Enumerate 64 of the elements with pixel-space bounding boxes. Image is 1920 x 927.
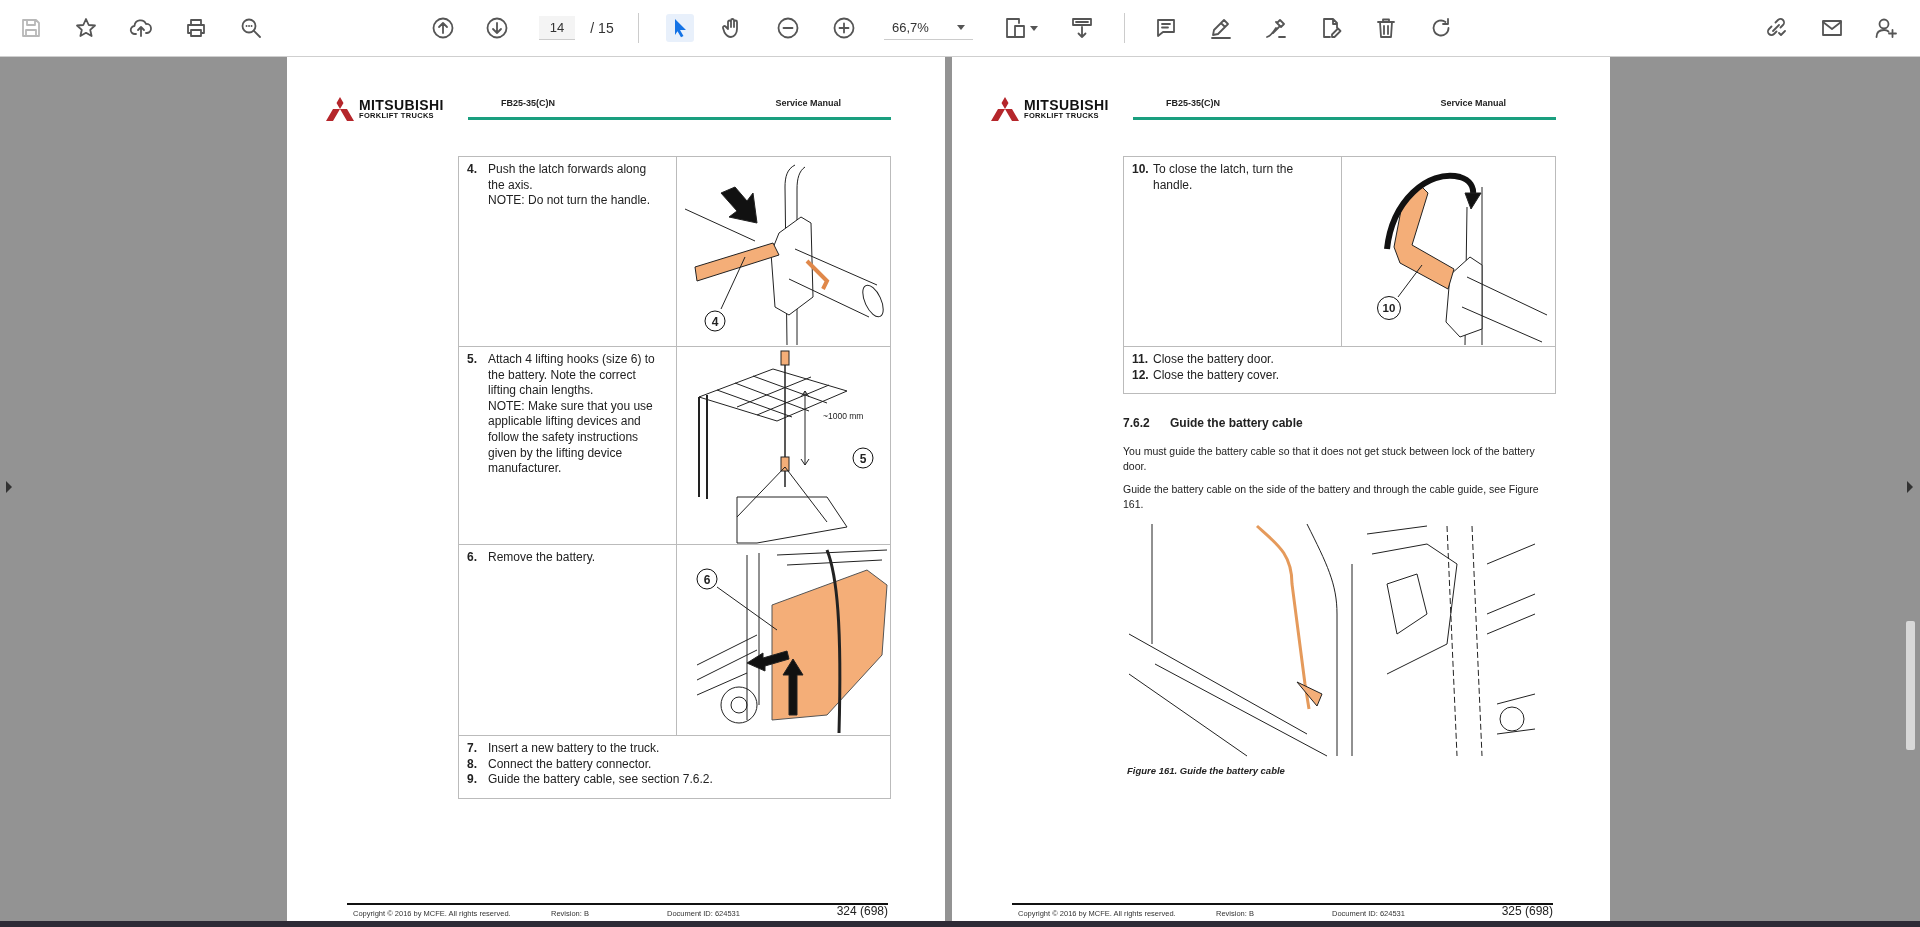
step-text: Connect the battery connector.: [488, 756, 652, 773]
section-number: 7.6.2: [1123, 416, 1151, 431]
step-text: Guide the battery cable, see section 7.6.2.: [488, 772, 713, 788]
callout-number: 5: [852, 447, 874, 469]
logo-brand-text: MITSUBISHI: [359, 98, 444, 112]
zoom-dropdown[interactable]: 66,7%: [884, 16, 973, 40]
select-tool-button[interactable]: [666, 14, 694, 42]
document-title: Service Manual: [1440, 98, 1506, 108]
next-page-arrow-icon[interactable]: [1906, 481, 1914, 493]
step-number: 12.: [1132, 367, 1150, 384]
body-paragraph: Guide the battery cable on the side of the battery and through the cable guide, see Figure 161.: [1123, 482, 1540, 513]
dimension-label: ~1000 mm: [823, 411, 864, 421]
step-text: Insert a new battery to the truck.: [488, 741, 660, 757]
step-number: 6.: [467, 550, 478, 566]
step-number: 9.: [467, 772, 478, 788]
step-number: 5.: [467, 352, 478, 368]
pencil-icon: [1209, 16, 1233, 40]
caret-icon: [1029, 25, 1038, 31]
step-number: 8.: [467, 756, 478, 773]
step-text: Attach 4 lifting hooks (size 6) to the battery. Note the correct lifting chain lengths.: [488, 352, 656, 399]
body-paragraph: You must guide the battery cable so that it does not get stuck between lock of the battery door.: [1123, 444, 1536, 475]
page-total: / 15: [589, 20, 615, 36]
step-number: 7.: [467, 741, 478, 757]
pen-nib-icon: [1264, 16, 1288, 40]
save-icon: [19, 16, 43, 40]
page-number: 325 (698): [1501, 904, 1553, 918]
step-text: Push the latch forwards along the axis.: [488, 162, 648, 194]
model-name: FB25-35(C)N: [1166, 98, 1220, 108]
note-text: NOTE: Do not turn the handle.: [488, 193, 652, 209]
three-diamond-logo-icon: [990, 97, 1020, 121]
caret-icon: [957, 25, 965, 30]
plus-circle-icon: [832, 16, 856, 40]
three-diamond-logo-icon: [325, 97, 355, 121]
step-text: Close the battery cover.: [1153, 367, 1280, 384]
add-user-icon: [1874, 16, 1898, 40]
star-icon: [74, 16, 98, 40]
print-icon: [184, 16, 208, 40]
search-icon: [239, 16, 263, 40]
figure-caption: Figure 161. Guide the battery cable: [1127, 765, 1286, 777]
logo-brand-text: MITSUBISHI: [1024, 98, 1109, 112]
note-text: NOTE: Make sure that you use applicable lifting devices and follow the safety instructions given by the lifting device manufacturer.: [488, 398, 654, 477]
callout-number: 4: [704, 310, 726, 332]
model-name: FB25-35(C)N: [501, 98, 555, 108]
down-arrow-circle-icon: [485, 16, 509, 40]
cloud-upload-icon: [129, 16, 153, 40]
step-number: 10.: [1132, 162, 1150, 178]
section-title: Guide the battery cable: [1170, 416, 1303, 431]
document-title: Service Manual: [775, 98, 841, 108]
page-number: 324 (698): [836, 904, 888, 918]
trash-icon: [1374, 16, 1398, 40]
step-text: Close the battery door.: [1153, 352, 1274, 368]
step-text: To close the latch, turn the handle.: [1153, 162, 1295, 194]
step-text: Remove the battery.: [488, 550, 596, 566]
callout-number: 10: [1377, 296, 1401, 320]
step-number: 4.: [467, 162, 478, 178]
minus-circle-icon: [776, 16, 800, 40]
step-number: 11.: [1132, 352, 1150, 368]
scrollbar-thumb[interactable]: [1905, 621, 1915, 750]
callout-number: 6: [696, 568, 718, 590]
previous-page-arrow-icon[interactable]: [5, 481, 12, 493]
comment-icon: [1154, 16, 1178, 40]
page-number-field[interactable]: 14: [539, 16, 575, 40]
up-arrow-circle-icon: [431, 16, 455, 40]
scroll-mode-icon: [1070, 16, 1094, 40]
